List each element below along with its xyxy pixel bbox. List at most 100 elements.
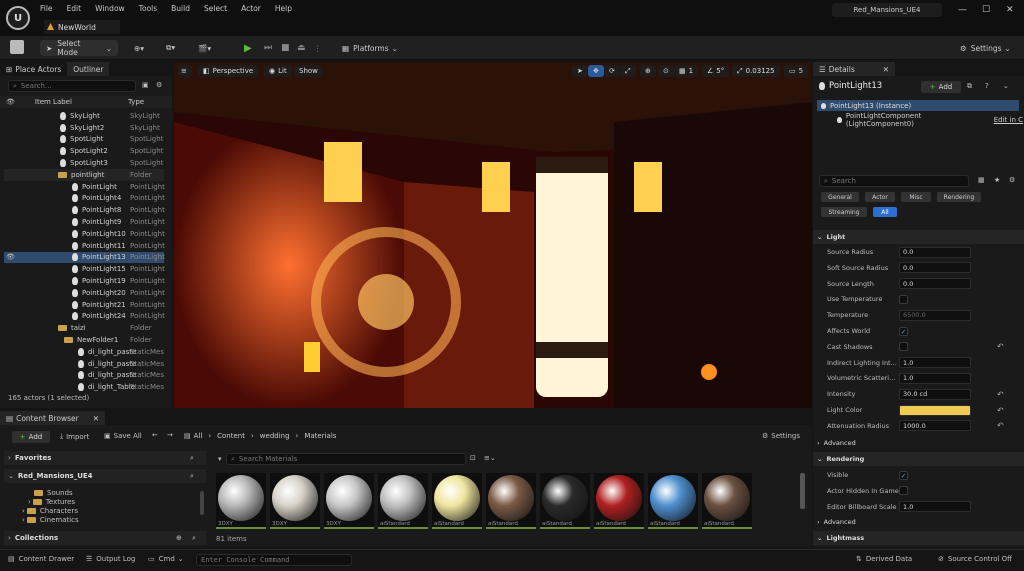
add-folder-icon[interactable]: ▣: [142, 81, 149, 89]
outliner-row[interactable]: PointLight11 PointLight: [4, 240, 165, 252]
property-checkbox[interactable]: ✓: [899, 470, 908, 480]
outliner-row[interactable]: SpotLight2 SpotLight: [4, 145, 164, 157]
add-collection-icon[interactable]: ⊕: [176, 534, 182, 542]
tab-content-browser[interactable]: ▤ Content Browser ✕: [0, 411, 105, 425]
outliner-row[interactable]: PointLight PointLight: [4, 181, 165, 193]
outliner-row[interactable]: SpotLight3 SpotLight: [4, 157, 164, 169]
category-general[interactable]: General: [821, 192, 859, 202]
category-actor[interactable]: Actor: [865, 192, 895, 202]
breadcrumb-wedding[interactable]: wedding: [260, 432, 290, 440]
visibility-icon[interactable]: 👁: [6, 98, 15, 106]
blueprint-icon[interactable]: ⧉▾: [166, 40, 175, 56]
lit-button[interactable]: ◉ Lit: [264, 65, 292, 77]
gear-icon[interactable]: ⚙: [1009, 176, 1015, 184]
outliner-row[interactable]: taizi Folder: [4, 322, 164, 334]
material-asset-tile[interactable]: aiStandard: [432, 473, 482, 529]
add-actor-icon[interactable]: ⊕▾: [134, 40, 144, 56]
material-asset-tile[interactable]: 3DXY: [270, 473, 320, 529]
derived-data-button[interactable]: ⇅ Derived Data: [856, 555, 912, 563]
unreal-logo-icon[interactable]: U: [6, 6, 30, 30]
breadcrumb-materials[interactable]: Materials: [304, 432, 336, 440]
save-icon[interactable]: [10, 40, 24, 54]
menu-file[interactable]: File: [40, 4, 53, 13]
tab-place-actors[interactable]: ⊞ Place Actors: [0, 62, 67, 76]
perspective-button[interactable]: ◧ Perspective: [198, 65, 259, 77]
reset-icon[interactable]: ↶: [997, 342, 1004, 351]
outliner-row[interactable]: PointLight8 PointLight: [4, 204, 165, 216]
property-checkbox[interactable]: [899, 486, 908, 496]
step-icon[interactable]: ⏭: [264, 40, 272, 56]
outliner-row[interactable]: PointLight19 PointLight: [4, 275, 165, 287]
advanced-rendering-toggle[interactable]: › Advanced: [813, 515, 1024, 529]
play-options-icon[interactable]: ⋮: [314, 40, 322, 56]
property-value-input[interactable]: 1.0: [899, 357, 971, 369]
cinematics-icon[interactable]: 🎬▾: [198, 40, 211, 56]
menu-actor[interactable]: Actor: [241, 4, 261, 13]
outliner-row[interactable]: PointLight10 PointLight: [4, 228, 165, 240]
property-checkbox[interactable]: [899, 294, 908, 304]
level-viewport[interactable]: ≡ ◧ Perspective ◉ Lit Show ➤ ✥ ⟳ ⤢ ⊕ ⊙ ▦ 1 …: [174, 62, 812, 408]
close-icon[interactable]: ✕: [883, 65, 889, 74]
material-asset-tile[interactable]: 3DXY: [324, 473, 374, 529]
rotation-snap-button[interactable]: ∠ 5°: [702, 65, 730, 77]
col-type[interactable]: Type: [128, 98, 144, 106]
property-value-input[interactable]: 0.0: [899, 278, 971, 290]
light-color-swatch[interactable]: [899, 404, 971, 416]
col-item-label[interactable]: Item Label: [35, 98, 72, 106]
tree-cinematics[interactable]: › Cinematics: [22, 516, 79, 524]
materials-search-input[interactable]: ⌕ Search Materials: [226, 453, 466, 465]
stop-icon[interactable]: ■: [281, 40, 290, 56]
tree-characters[interactable]: › Characters: [22, 507, 78, 515]
filter-icon[interactable]: ▾: [218, 455, 222, 463]
maximize-icon[interactable]: ☐: [982, 5, 990, 15]
material-asset-tile[interactable]: aiStandard: [378, 473, 428, 529]
content-settings-button[interactable]: ⚙ Settings: [762, 432, 800, 440]
asset-scrollbar[interactable]: [800, 473, 805, 509]
outliner-row[interactable]: SkyLight SkyLight: [4, 110, 164, 122]
outliner-row[interactable]: PointLight9 PointLight: [4, 216, 165, 228]
reset-icon[interactable]: ↶: [997, 406, 1004, 415]
category-misc[interactable]: Misc: [901, 192, 931, 202]
close-icon[interactable]: ✕: [93, 414, 99, 423]
section-light[interactable]: ⌄ Light: [813, 230, 1024, 244]
menu-select[interactable]: Select: [204, 4, 227, 13]
outliner-row[interactable]: di_light_Table StaticMes: [4, 381, 164, 393]
show-button[interactable]: Show: [294, 65, 323, 77]
material-asset-tile[interactable]: aiStandard: [540, 473, 590, 529]
outliner-row[interactable]: di_light_paste StaticMes: [4, 370, 164, 382]
outliner-row[interactable]: PointLight15 PointLight: [4, 263, 165, 275]
category-streaming[interactable]: Streaming: [821, 207, 867, 217]
material-asset-tile[interactable]: aiStandard: [486, 473, 536, 529]
outliner-row[interactable]: 👁 PointLight13 PointLight: [4, 251, 165, 264]
tree-sounds[interactable]: Sounds: [34, 489, 73, 497]
search-icon[interactable]: ⌕: [190, 472, 194, 481]
rotate-icon[interactable]: ⟳: [604, 65, 620, 77]
minimize-icon[interactable]: —: [958, 5, 967, 15]
content-drawer-button[interactable]: ▤ Content Drawer: [8, 555, 74, 563]
viewport-menu-icon[interactable]: ≡: [178, 65, 192, 77]
advanced-light-toggle[interactable]: › Advanced: [813, 436, 1024, 450]
section-rendering[interactable]: ⌄ Rendering: [813, 452, 1024, 466]
close-icon[interactable]: ✕: [1006, 5, 1014, 15]
property-value-input[interactable]: 1000.0: [899, 420, 971, 432]
component-instance[interactable]: PointLight13 (Instance): [817, 100, 1019, 111]
reset-icon[interactable]: ↶: [997, 390, 1004, 399]
outliner-row[interactable]: PointLight24 PointLight: [4, 311, 165, 323]
tab-outliner[interactable]: Outliner: [67, 62, 110, 76]
import-button[interactable]: ⤓ Import: [60, 432, 89, 441]
material-asset-tile[interactable]: aiStandard: [594, 473, 644, 529]
translate-icon[interactable]: ✥: [588, 65, 604, 77]
blueprint-icon[interactable]: ⧉: [967, 82, 972, 91]
back-icon[interactable]: ←: [152, 431, 158, 439]
add-component-button[interactable]: + Add: [921, 81, 961, 93]
component-pointlight[interactable]: PointLightComponent (LightComponent0) Ed…: [837, 112, 1023, 128]
property-value-input[interactable]: 1.0: [899, 372, 971, 384]
reset-icon[interactable]: ↶: [997, 421, 1004, 430]
breadcrumb-content[interactable]: Content: [217, 432, 245, 440]
property-checkbox[interactable]: ✓: [899, 326, 908, 336]
search-icon[interactable]: ⌕: [192, 534, 196, 543]
chevron-down-icon[interactable]: ⌄: [1003, 82, 1009, 90]
category-all[interactable]: All: [873, 207, 897, 217]
property-value-input[interactable]: 30.0 cd: [899, 388, 971, 400]
property-value-input[interactable]: 0.0: [899, 246, 971, 258]
